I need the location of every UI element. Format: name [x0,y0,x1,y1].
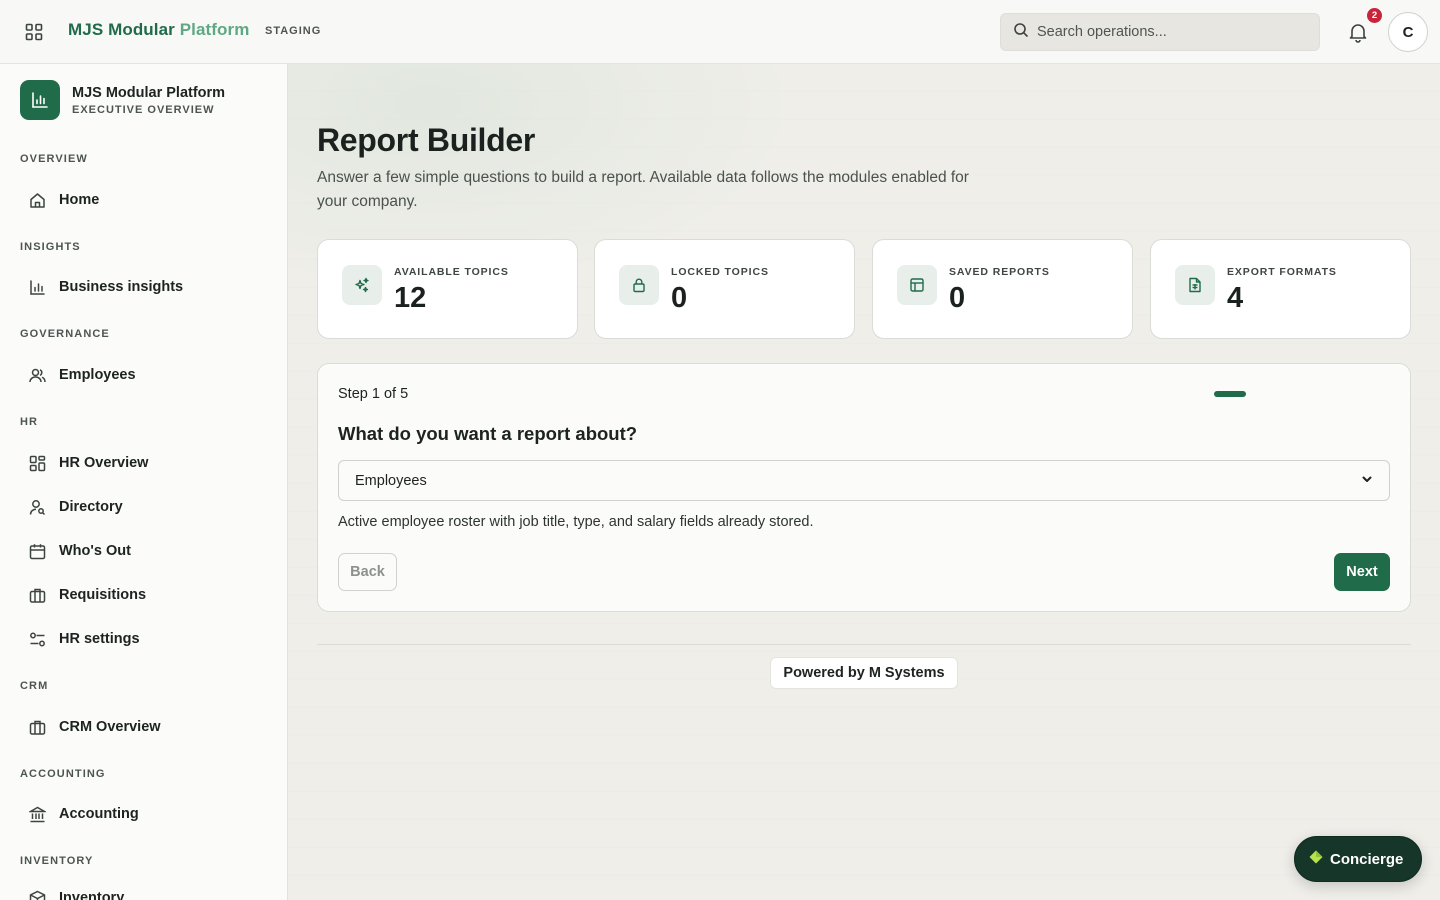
top-bar: MJS Modular Platform STAGING 2 C [0,0,1440,64]
sidebar-item-label: HR Overview [59,455,149,471]
sidebar-item-directory[interactable]: Directory [20,489,268,525]
box-icon [28,889,46,900]
user-search-icon [28,498,46,516]
stat-value: 4 [1227,282,1244,314]
stat-label: AVAILABLE TOPICS [394,266,509,278]
stat-card-export-formats: EXPORT FORMATS 4 [1150,239,1411,339]
sidebar-item-label: Inventory [59,890,125,900]
section-insights: INSIGHTS [20,241,81,253]
stat-label: SAVED REPORTS [949,266,1050,278]
lock-icon [619,265,659,305]
sparkles-icon [342,265,382,305]
sidebar-item-label: Accounting [59,806,139,822]
app-launcher-icon[interactable] [22,20,46,44]
briefcase-icon [28,586,46,604]
diamond-gem-icon [1309,850,1323,869]
sidebar-item-whos-out[interactable]: Who's Out [20,533,268,569]
sidebar-item-label: Directory [59,499,123,515]
sidebar-item-label: Business insights [59,279,184,295]
sidebar-item-requisitions[interactable]: Requisitions [20,577,268,613]
org-name: MJS Modular Platform [72,84,226,101]
sidebar-item-crm-overview[interactable]: CRM Overview [20,709,268,745]
powered-by-label: Powered by M Systems [770,657,958,689]
file-spreadsheet-icon [1175,265,1215,305]
chevron-down-icon [1361,472,1373,490]
concierge-label: Concierge [1330,850,1404,868]
user-avatar[interactable]: C [1388,12,1428,52]
sidebar-item-employees[interactable]: Employees [20,357,268,393]
notification-count-badge: 2 [1367,8,1382,23]
back-button[interactable]: Back [338,553,397,591]
section-governance: GOVERNANCE [20,328,110,340]
sidebar-item-label: Requisitions [59,587,147,603]
topic-description: Active employee roster with job title, t… [338,514,814,530]
section-overview: OVERVIEW [20,153,88,165]
sidebar-item-label: CRM Overview [59,719,161,735]
page-title: Report Builder [317,122,536,158]
sidebar-item-home[interactable]: Home [20,182,268,218]
step-progress-bar [1214,391,1246,397]
sidebar-item-label: Who's Out [59,543,131,559]
sliders-icon [28,630,46,648]
section-inventory: INVENTORY [20,855,94,867]
brand-title-secondary: Platform [179,20,250,39]
footer-divider [317,644,1411,645]
sidebar: MJS Modular Platform EXECUTIVE OVERVIEW … [0,64,288,900]
next-button[interactable]: Next [1334,553,1390,591]
wizard-question: What do you want a report about? [338,423,638,444]
stat-label: EXPORT FORMATS [1227,266,1337,278]
stat-value: 0 [949,282,966,314]
notifications-bell-icon[interactable] [1346,20,1370,44]
users-icon [28,366,46,384]
org-subtitle: EXECUTIVE OVERVIEW [72,103,215,116]
bar-chart-icon [28,278,46,296]
step-indicator: Step 1 of 5 [338,386,409,402]
page-description: Answer a few simple questions to build a… [317,169,969,210]
sidebar-item-label: Home [59,192,100,208]
stat-card-locked-topics: LOCKED TOPICS 0 [594,239,855,339]
brand-title[interactable]: MJS Modular Platform [68,20,249,40]
sidebar-item-accounting[interactable]: Accounting [20,796,268,832]
table-icon [897,265,937,305]
section-crm: CRM [20,680,49,692]
stat-card-saved-reports: SAVED REPORTS 0 [872,239,1133,339]
home-icon [28,191,46,209]
report-wizard-card: Step 1 of 5 What do you want a report ab… [317,363,1411,612]
main-content: Report Builder Answer a few simple quest… [288,64,1440,900]
building-icon [28,718,46,736]
stat-card-available-topics: AVAILABLE TOPICS 12 [317,239,578,339]
sidebar-item-label: Employees [59,367,136,383]
topic-select-value: Employees [355,472,427,489]
bar-chart-logo-icon [20,80,60,120]
search-input[interactable] [1037,24,1297,40]
section-hr: HR [20,416,39,428]
topic-select[interactable]: Employees [338,460,1390,501]
calendar-icon [28,542,46,560]
stat-value: 12 [394,282,427,314]
sidebar-item-hr-settings[interactable]: HR settings [20,621,268,657]
sidebar-item-label: HR settings [59,631,140,647]
dashboard-grid-icon [28,454,46,472]
stat-label: LOCKED TOPICS [671,266,769,278]
search-icon [1013,22,1029,43]
section-accounting: ACCOUNTING [20,768,106,780]
sidebar-item-inventory[interactable]: Inventory [20,880,268,900]
org-header[interactable]: MJS Modular Platform EXECUTIVE OVERVIEW [20,80,225,120]
stat-value: 0 [671,282,688,314]
environment-badge: STAGING [265,25,322,37]
search-box[interactable] [1000,13,1320,51]
sidebar-item-hr-overview[interactable]: HR Overview [20,445,268,481]
bank-icon [28,805,46,823]
sidebar-item-business-insights[interactable]: Business insights [20,269,268,305]
brand-title-primary: MJS Modular [68,20,175,39]
concierge-button[interactable]: Concierge [1294,836,1422,882]
